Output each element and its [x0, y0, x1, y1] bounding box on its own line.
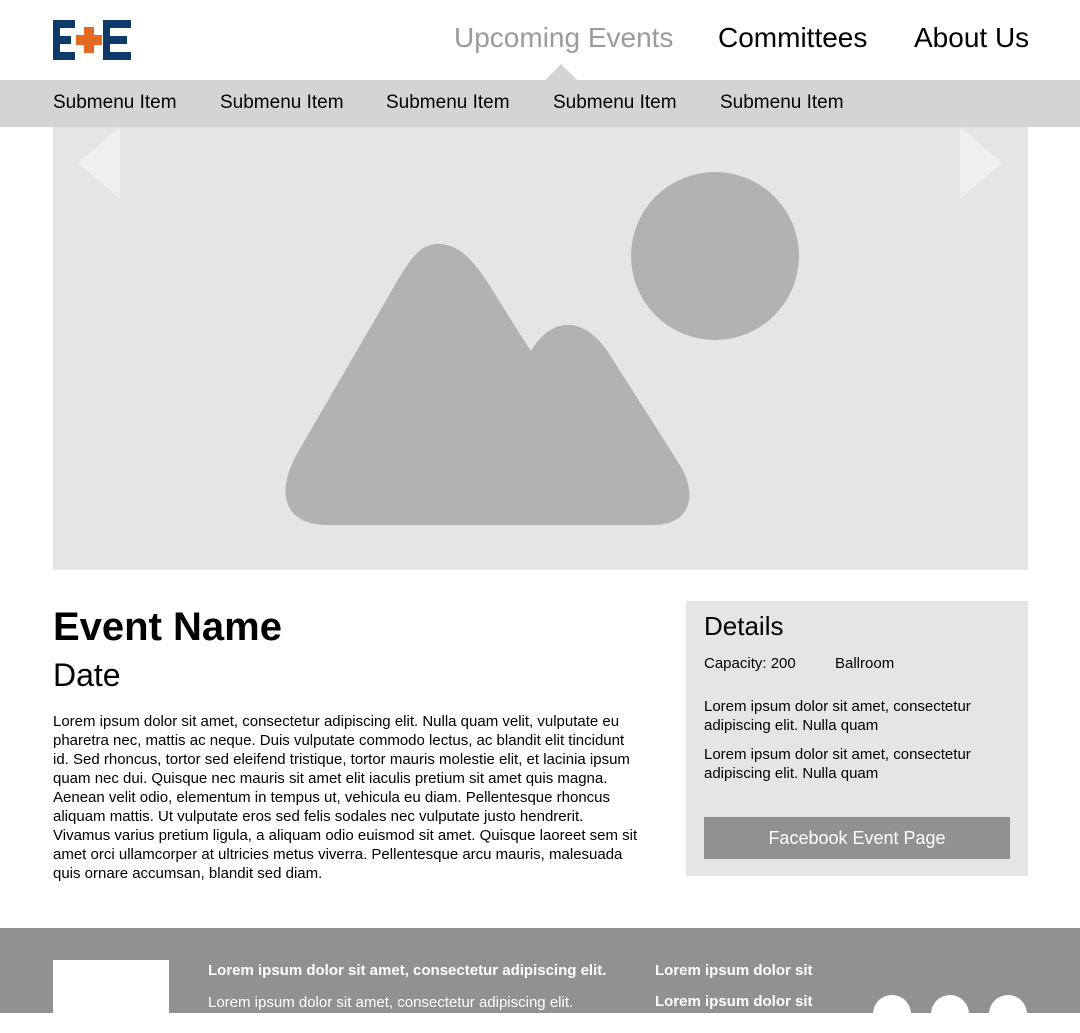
nav-committees[interactable]: Committees	[718, 22, 867, 54]
image-placeholder-icon	[285, 172, 799, 525]
social-icon[interactable]	[873, 995, 911, 1033]
event-description: Lorem ipsum dolor sit amet, consectetur …	[53, 713, 638, 882]
submenu-item[interactable]: Submenu Item	[386, 92, 510, 114]
footer: Lorem ipsum dolor sit amet, consectetur …	[0, 928, 1080, 1033]
submenu-item[interactable]: Submenu Item	[553, 92, 677, 114]
submenu-item[interactable]: Submenu Item	[220, 92, 344, 114]
nav-upcoming-events[interactable]: Upcoming Events	[454, 22, 673, 54]
logo[interactable]	[53, 20, 131, 60]
footer-heading: Lorem ipsum dolor sit amet, consectetur …	[208, 962, 607, 979]
footer-link[interactable]: Lorem ipsum dolor sit	[655, 962, 813, 979]
social-icon[interactable]	[989, 995, 1027, 1033]
chevron-right-icon[interactable]	[960, 127, 1002, 199]
footer-logo	[53, 960, 169, 1020]
submenu-item[interactable]: Submenu Item	[720, 92, 844, 114]
footer-link[interactable]: Lorem ipsum dolor sit	[655, 993, 813, 1010]
details-paragraph: Lorem ipsum dolor sit amet, consectetur …	[704, 698, 971, 734]
event-name: Event Name	[53, 605, 282, 649]
active-nav-indicator	[545, 64, 577, 80]
footer-text: Lorem ipsum dolor sit amet, consectetur …	[208, 994, 574, 1011]
location-text: Ballroom	[835, 655, 895, 672]
details-heading: Details	[704, 611, 784, 641]
event-date: Date	[53, 657, 121, 693]
details-card: Details Capacity: 200 Ballroom Lorem ips…	[686, 601, 1028, 876]
submenu-item[interactable]: Submenu Item	[53, 92, 177, 114]
chevron-left-icon[interactable]	[78, 127, 120, 199]
hero-carousel	[53, 127, 1028, 570]
facebook-event-button[interactable]: Facebook Event Page	[704, 817, 1010, 859]
details-paragraph: Lorem ipsum dolor sit amet, consectetur …	[704, 746, 971, 782]
capacity-text: Capacity: 200	[704, 655, 796, 672]
submenu-bar: Submenu Item Submenu Item Submenu Item S…	[0, 80, 1080, 127]
header: Upcoming Events Committees About Us	[0, 0, 1080, 80]
social-icon[interactable]	[931, 995, 969, 1033]
nav-about-us[interactable]: About Us	[914, 22, 1029, 54]
